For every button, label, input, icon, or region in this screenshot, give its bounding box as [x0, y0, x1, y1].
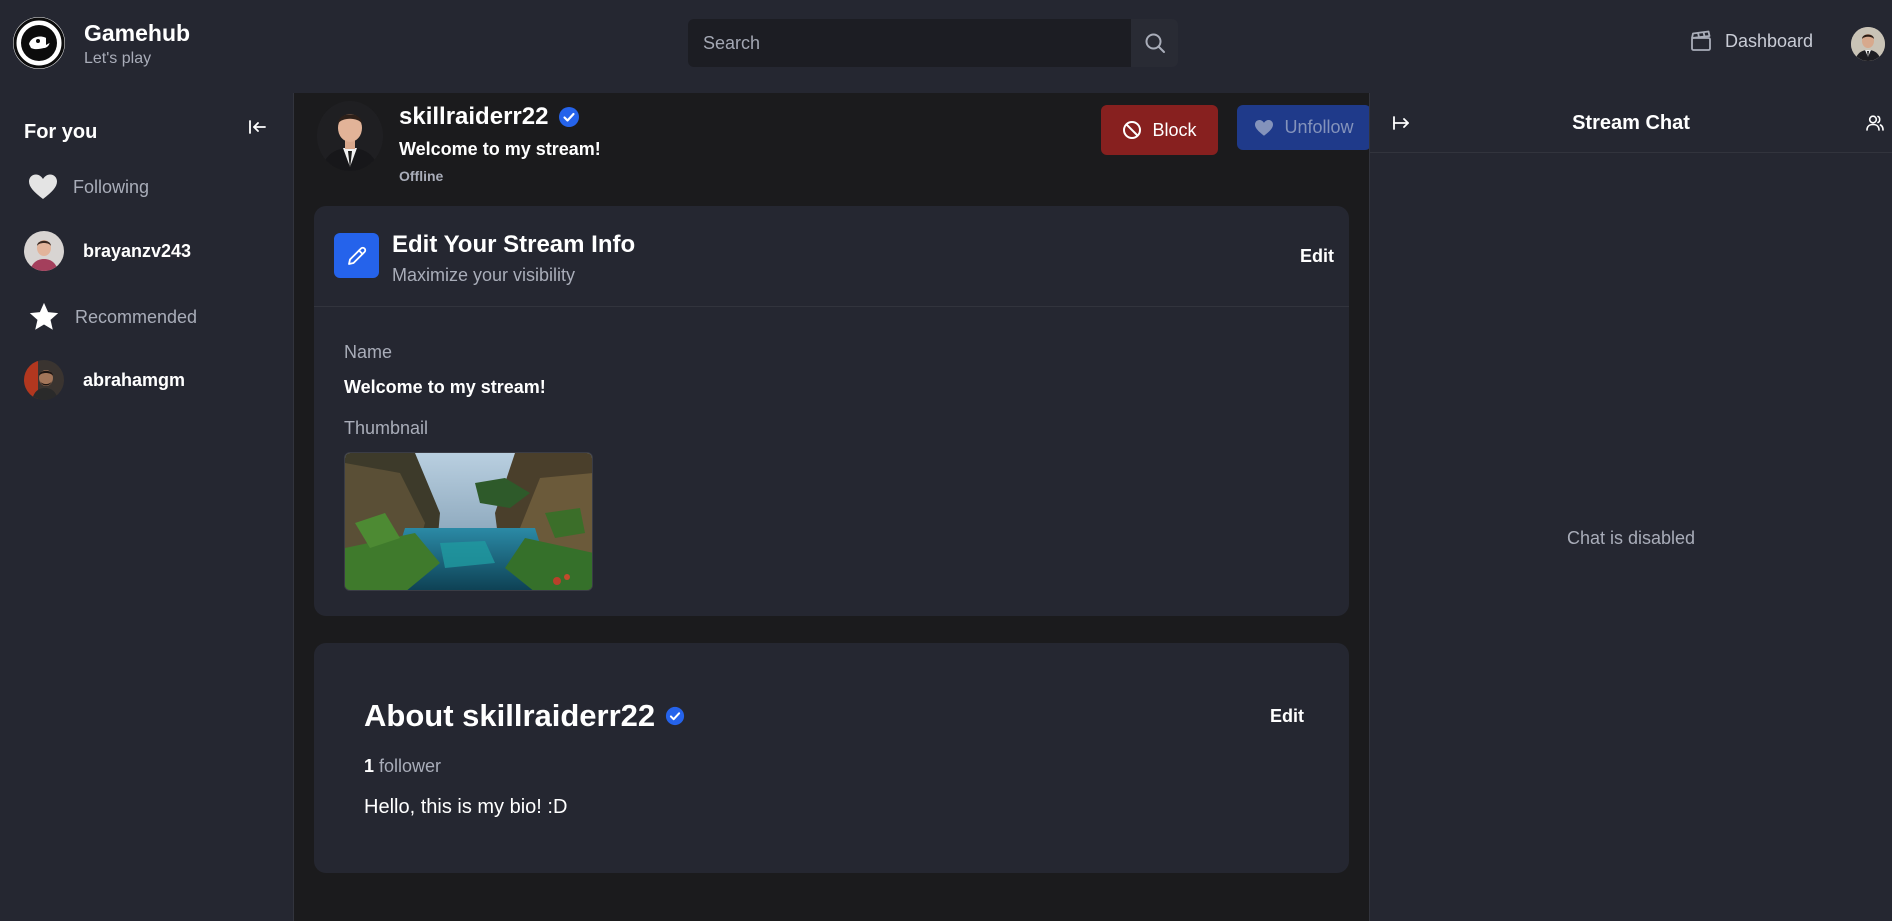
stream-info-subtitle: Maximize your visibility [392, 265, 576, 285]
host-name: skillraiderr22 [399, 103, 580, 131]
chat-community-button[interactable] [1865, 113, 1885, 138]
search-bar [688, 19, 1178, 67]
main-content: skillraiderr22 Welcome to my stream! Off… [295, 93, 1371, 921]
users-icon [1866, 115, 1884, 131]
sidebar-item-label: abrahamgm [83, 369, 186, 390]
brand-title: Gamehub [84, 19, 191, 46]
follower-count-number: 1 [364, 756, 375, 776]
chat-title: Stream Chat [1572, 112, 1690, 134]
avatar [24, 360, 64, 400]
stream-header: skillraiderr22 Welcome to my stream! Off… [317, 101, 1371, 191]
verified-badge-icon [666, 706, 685, 726]
name-field-value: Welcome to my stream! [344, 377, 546, 397]
collapse-sidebar-button[interactable] [247, 117, 267, 142]
thumbnail-field-label: Thumbnail [344, 418, 429, 438]
search-button[interactable] [1131, 19, 1178, 67]
edit-stream-info-button[interactable]: Edit [1300, 246, 1334, 267]
block-button[interactable]: Block [1101, 105, 1218, 155]
brand-link[interactable]: Gamehub Let's play [13, 17, 190, 69]
clapperboard-icon [1691, 30, 1711, 51]
gamehub-logo-icon [13, 17, 65, 69]
sidebar-item-brayanzv243[interactable]: brayanzv243 [24, 231, 191, 271]
chat-disabled-message: Chat is disabled [1566, 528, 1696, 548]
stream-status: Offline [399, 168, 444, 184]
stream-info-title: Edit Your Stream Info [392, 231, 636, 258]
sidebar-section-following: Following [24, 173, 149, 201]
search-icon [1145, 33, 1165, 53]
verified-badge-icon [559, 107, 580, 127]
stream-title: Welcome to my stream! [399, 139, 601, 159]
unfollow-button[interactable]: Unfollow [1237, 105, 1371, 150]
edit-about-button[interactable]: Edit [1270, 706, 1304, 727]
chat-header: Stream Chat [1370, 93, 1892, 153]
host-name-text: skillraiderr22 [399, 103, 549, 130]
recommended-label: Recommended [75, 306, 198, 327]
sidebar-heading: For you [24, 121, 98, 143]
unfollow-label: Unfollow [1284, 117, 1354, 137]
about-title-text: About skillraiderr22 [364, 698, 656, 733]
follower-count: 1 follower [364, 756, 441, 777]
heart-icon [1255, 119, 1274, 136]
dashboard-label: Dashboard [1725, 30, 1814, 51]
user-avatar[interactable] [1851, 27, 1885, 61]
about-title: About skillraiderr22 [364, 698, 685, 734]
block-label: Block [1152, 119, 1197, 140]
stream-chat-panel: Stream Chat Chat is disabled [1369, 93, 1892, 921]
heart-icon [29, 174, 57, 199]
stream-info-card: Edit Your Stream Info Maximize your visi… [314, 206, 1349, 616]
brand-subtitle: Let's play [84, 49, 152, 67]
dashboard-link[interactable]: Dashboard [1689, 29, 1813, 53]
host-avatar[interactable] [317, 101, 383, 171]
about-card: About skillraiderr22 Edit 1 follower Hel… [314, 643, 1349, 873]
sidebar-item-abrahamgm[interactable]: abrahamgm [24, 360, 185, 400]
avatar [24, 231, 64, 271]
pencil-icon [334, 233, 379, 278]
name-field-label: Name [344, 342, 393, 362]
sidebar-item-label: brayanzv243 [83, 240, 192, 261]
stream-info-header: Edit Your Stream Info Maximize your visi… [314, 206, 1349, 307]
follower-count-word: follower [379, 756, 442, 776]
ban-icon [1123, 121, 1142, 139]
top-navbar: Gamehub Let's play Dashboard [0, 0, 1892, 93]
sidebar-section-recommended: Recommended [24, 300, 197, 334]
stream-thumbnail[interactable] [344, 452, 593, 591]
following-label: Following [73, 176, 150, 197]
star-icon [29, 302, 59, 330]
left-sidebar: For you Following brayanzv243 Recommende… [0, 93, 294, 921]
search-input[interactable] [688, 19, 1131, 67]
bio-text: Hello, this is my bio! :D [364, 796, 568, 818]
arrow-left-to-line-icon [249, 120, 266, 134]
